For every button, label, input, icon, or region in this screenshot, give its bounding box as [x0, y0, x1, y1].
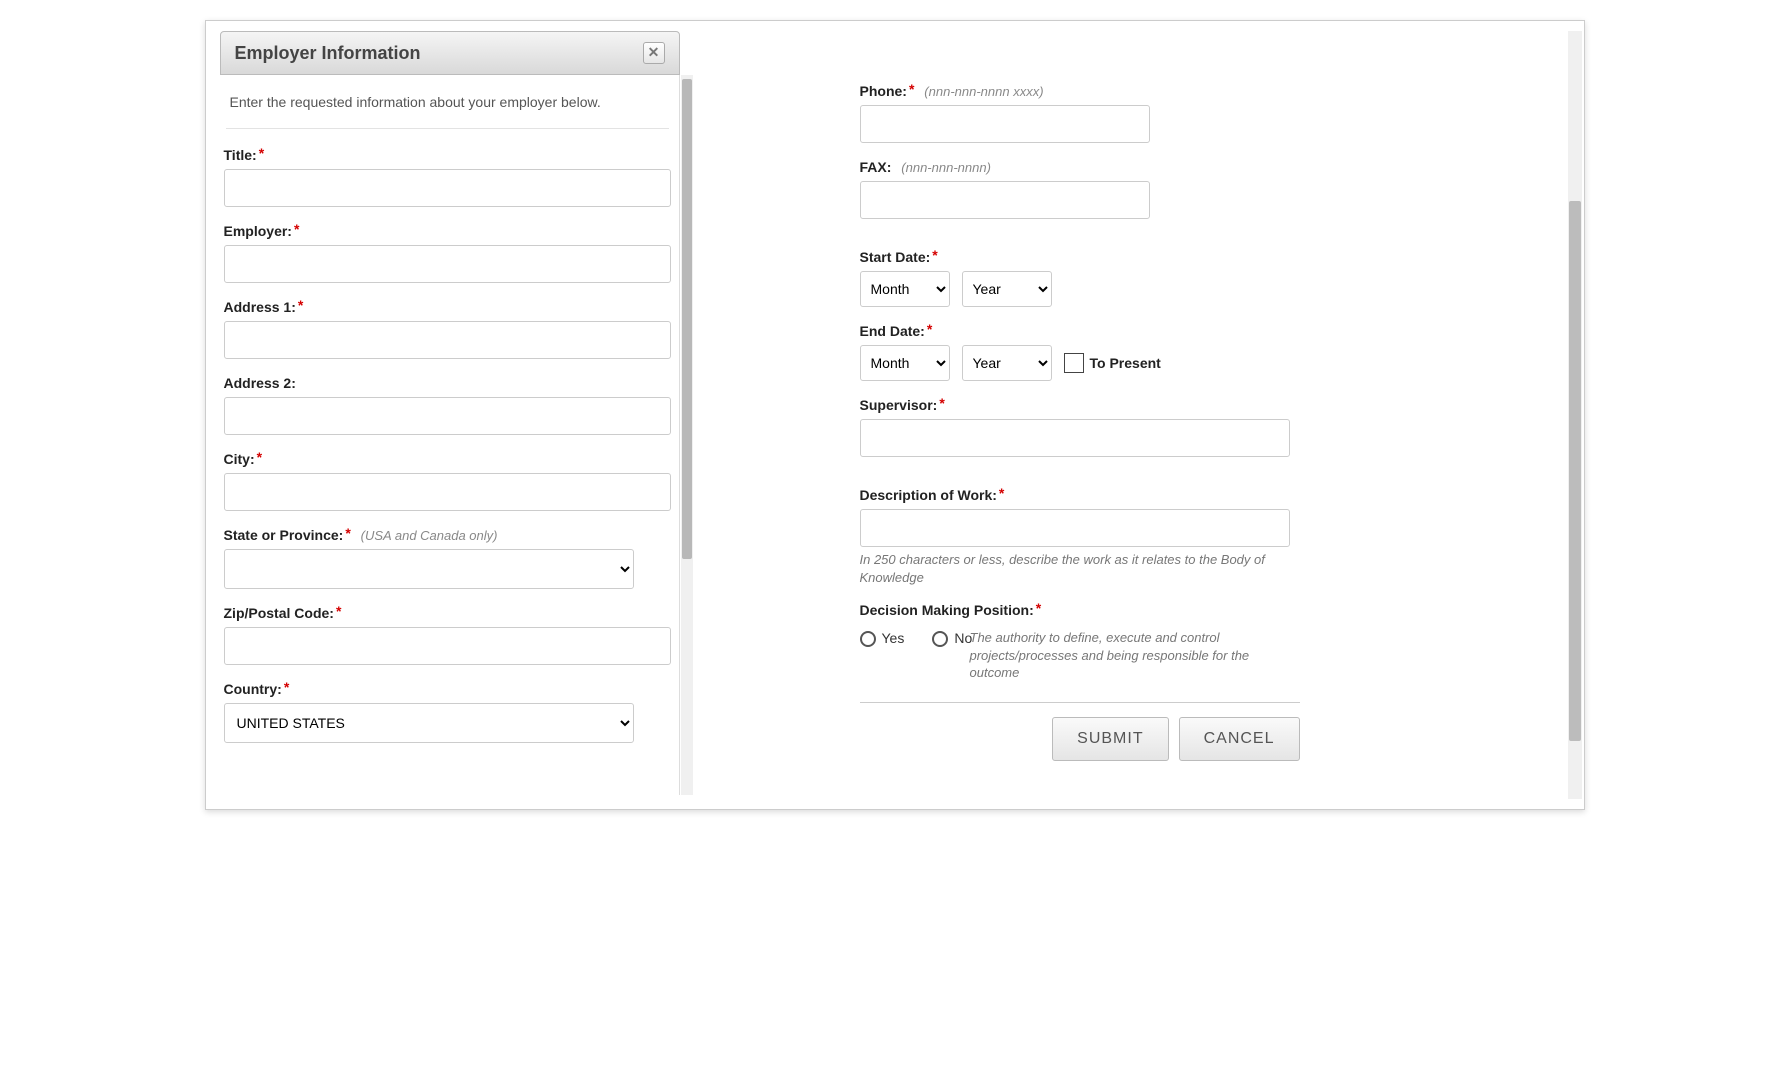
required-icon: * — [255, 449, 262, 465]
phone-hint: (nnn-nnn-nnnn xxxx) — [918, 84, 1043, 99]
end-year-select[interactable]: Year — [962, 345, 1052, 381]
required-icon: * — [930, 247, 937, 263]
country-select[interactable]: UNITED STATES — [224, 703, 634, 743]
dialog-title: Employer Information — [235, 43, 421, 64]
end-date-label: End Date: — [860, 323, 925, 339]
required-icon: * — [997, 485, 1004, 501]
intro-text: Enter the requested information about yo… — [226, 75, 669, 129]
employer-label: Employer: — [224, 223, 292, 239]
start-year-select[interactable]: Year — [962, 271, 1052, 307]
zip-input[interactable] — [224, 627, 671, 665]
start-month-select[interactable]: Month — [860, 271, 950, 307]
address2-label: Address 2: — [224, 375, 296, 391]
fax-input[interactable] — [860, 181, 1150, 219]
outer-scrollbar[interactable] — [1568, 31, 1582, 799]
dialog-container: Employer Information ✕ Enter the request… — [205, 20, 1585, 810]
phone-input[interactable] — [860, 105, 1150, 143]
state-label: State or Province: — [224, 527, 344, 543]
required-icon: * — [907, 81, 914, 97]
address1-label: Address 1: — [224, 299, 296, 315]
employer-input[interactable] — [224, 245, 671, 283]
decision-no-radio[interactable] — [932, 631, 948, 647]
description-help: In 250 characters or less, describe the … — [860, 551, 1300, 586]
decision-label: Decision Making Position: — [860, 602, 1034, 618]
state-hint: (USA and Canada only) — [355, 528, 498, 543]
required-icon: * — [925, 321, 932, 337]
zip-label: Zip/Postal Code: — [224, 605, 334, 621]
country-label: Country: — [224, 681, 282, 697]
phone-label: Phone: — [860, 83, 907, 99]
left-scrollbar[interactable] — [681, 75, 693, 795]
required-icon: * — [1034, 600, 1041, 616]
required-icon: * — [257, 145, 264, 161]
decision-yes-radio[interactable] — [860, 631, 876, 647]
city-label: City: — [224, 451, 255, 467]
address2-input[interactable] — [224, 397, 671, 435]
decision-help: The authority to define, execute and con… — [860, 629, 1300, 682]
title-input[interactable] — [224, 169, 671, 207]
address1-input[interactable] — [224, 321, 671, 359]
yes-label: Yes — [882, 630, 905, 646]
description-input[interactable] — [860, 509, 1290, 547]
fax-label: FAX: — [860, 159, 892, 175]
required-icon: * — [296, 297, 303, 313]
start-date-label: Start Date: — [860, 249, 931, 265]
description-label: Description of Work: — [860, 487, 997, 503]
close-icon[interactable]: ✕ — [643, 42, 665, 64]
state-select[interactable] — [224, 549, 634, 589]
end-month-select[interactable]: Month — [860, 345, 950, 381]
supervisor-input[interactable] — [860, 419, 1290, 457]
required-icon: * — [282, 679, 289, 695]
to-present-checkbox[interactable] — [1064, 353, 1084, 373]
required-icon: * — [334, 603, 341, 619]
left-column: Employer Information ✕ Enter the request… — [220, 31, 680, 795]
dialog-header: Employer Information ✕ — [220, 31, 680, 75]
required-icon: * — [292, 221, 299, 237]
dialog-footer: SUBMIT CANCEL — [860, 702, 1300, 761]
required-icon: * — [937, 395, 944, 411]
fax-hint: (nnn-nnn-nnnn) — [895, 160, 991, 175]
submit-button[interactable]: SUBMIT — [1052, 717, 1168, 761]
right-column: Phone:* (nnn-nnn-nnnn xxxx) FAX: (nnn-nn… — [860, 31, 1300, 795]
title-label: Title: — [224, 147, 257, 163]
required-icon: * — [343, 525, 350, 541]
cancel-button[interactable]: CANCEL — [1179, 717, 1300, 761]
supervisor-label: Supervisor: — [860, 397, 938, 413]
to-present-label: To Present — [1090, 355, 1161, 371]
city-input[interactable] — [224, 473, 671, 511]
